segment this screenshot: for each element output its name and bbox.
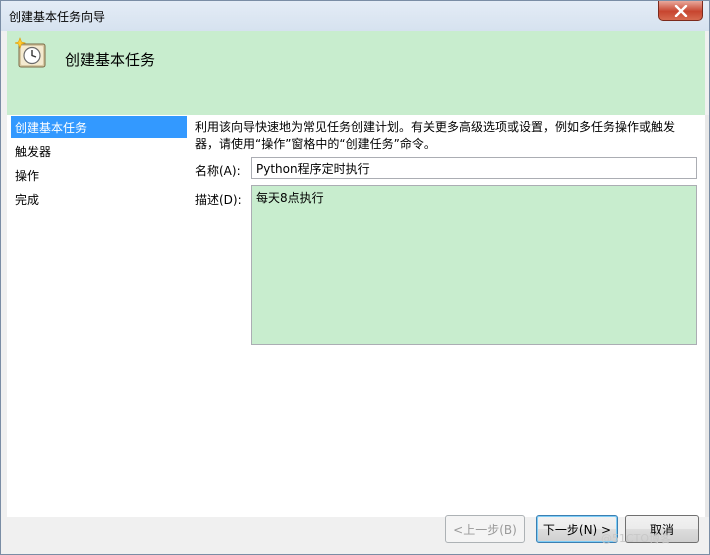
description-line-1: 利用该向导快速地为常见任务创建计划。有关更多高级选项或设置，例如多任务操作或触发 [195, 120, 676, 134]
wizard-header: 创建基本任务 [7, 31, 705, 115]
content-border [705, 115, 709, 517]
nav-item-action[interactable]: 操作 [11, 164, 187, 186]
back-button[interactable]: <上一步(B) [445, 515, 525, 543]
nav-item-finish[interactable]: 完成 [11, 188, 187, 210]
window-title: 创建基本任务向导 [9, 10, 106, 24]
wizard-steps-nav: 创建基本任务 触发器 操作 完成 [7, 115, 187, 517]
description-line-2: 器，请使用“操作”窗格中的“创建任务”命令。 [195, 137, 436, 151]
close-button[interactable] [658, 1, 703, 21]
wizard-description: 利用该向导快速地为常见任务创建计划。有关更多高级选项或设置，例如多任务操作或触发… [195, 119, 695, 153]
name-input[interactable] [251, 157, 697, 179]
description-label: 描述(D): [195, 193, 242, 207]
wizard-window: 创建基本任务向导 创建基本任务 创建基本任务 触发器 操作 完成 利用该向导快速… [0, 0, 710, 555]
task-clock-icon [15, 37, 46, 68]
close-icon [674, 4, 687, 17]
nav-item-trigger[interactable]: 触发器 [11, 140, 187, 162]
name-label: 名称(A): [195, 164, 241, 178]
title-bar[interactable]: 创建基本任务向导 [1, 1, 709, 31]
nav-item-create-basic-task[interactable]: 创建基本任务 [11, 116, 187, 138]
description-textarea[interactable]: 每天8点执行 [251, 185, 697, 345]
watermark: @51CTO博客 [601, 532, 672, 545]
header-title: 创建基本任务 [65, 51, 156, 69]
wizard-content: 创建基本任务 触发器 操作 完成 利用该向导快速地为常见任务创建计划。有关更多高… [7, 115, 705, 517]
